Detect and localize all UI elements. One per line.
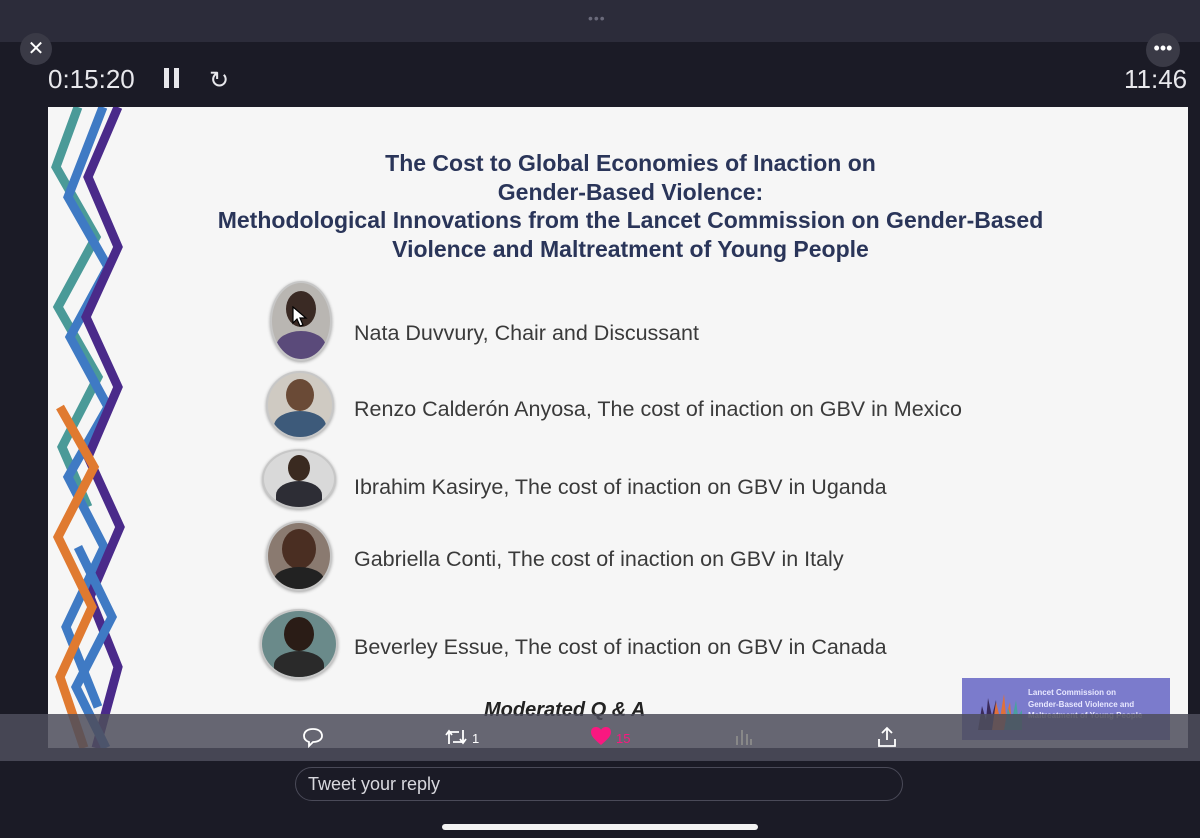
speaker-row: Renzo Calderón Anyosa, The cost of inact…	[258, 371, 1058, 451]
speaker-photo	[266, 521, 332, 591]
analytics-button[interactable]	[735, 726, 753, 752]
heart-icon	[591, 727, 611, 745]
replay-icon[interactable]: ↻	[209, 66, 229, 95]
pause-icon[interactable]	[164, 68, 180, 88]
speaker-row: Nata Duvvury, Chair and Discussant	[258, 281, 1058, 361]
speaker-label: Ibrahim Kasirye, The cost of inaction on…	[354, 475, 887, 499]
like-button[interactable]	[590, 726, 612, 752]
more-horizontal-icon: •••	[1153, 38, 1173, 58]
speaker-row: Beverley Essue, The cost of inaction on …	[258, 609, 1058, 689]
tweet-reply-input[interactable]	[295, 767, 903, 801]
grabber-handle[interactable]: •••	[588, 10, 606, 26]
decorative-ribbon	[51, 107, 125, 748]
home-indicator[interactable]	[442, 824, 758, 830]
share-button[interactable]	[877, 726, 897, 754]
speaker-photo	[262, 449, 336, 509]
analytics-icon	[736, 730, 752, 745]
retweet-icon	[445, 729, 467, 745]
slide-title-line: The Cost to Global Economies of Inaction…	[385, 150, 876, 176]
speaker-photo	[260, 609, 338, 679]
reply-composer	[0, 761, 1200, 838]
slide-title-line: Gender-Based Violence:	[497, 178, 764, 205]
retweet-count: 1	[472, 731, 480, 746]
cursor-icon	[292, 306, 308, 327]
tweet-action-bar: 1 15	[0, 714, 1200, 761]
speaker-label: Gabriella Conti, The cost of inaction on…	[354, 547, 844, 571]
reply-icon	[303, 728, 323, 749]
speaker-row: Gabriella Conti, The cost of inaction on…	[258, 521, 1058, 601]
like-count: 15	[616, 731, 631, 746]
slide-title-line: Violence and Maltreatment of Young Peopl…	[392, 235, 869, 262]
player-controls: 0:15:20 ↻ 11:46	[0, 60, 1200, 100]
speaker-label: Renzo Calderón Anyosa, The cost of inact…	[354, 397, 962, 421]
video-frame[interactable]: The Cost to Global Economies of Inaction…	[48, 107, 1188, 748]
retweet-button[interactable]	[444, 726, 468, 754]
video-duration: 11:46	[1124, 64, 1188, 94]
slide-title: The Cost to Global Economies of Inaction…	[178, 149, 1083, 263]
top-bar: •••	[0, 0, 1200, 42]
elapsed-time: 0:15:20	[48, 64, 135, 94]
speaker-label: Nata Duvvury, Chair and Discussant	[354, 321, 699, 345]
speaker-row: Ibrahim Kasirye, The cost of inaction on…	[258, 449, 1058, 529]
speaker-label: Beverley Essue, The cost of inaction on …	[354, 635, 887, 659]
slide-title-line: Methodological Innovations from the Lanc…	[217, 207, 1044, 233]
close-icon: ✕	[27, 38, 45, 60]
speaker-photo	[266, 371, 334, 439]
reply-button[interactable]	[302, 726, 324, 754]
logo-text-line: Lancet Commission on	[1028, 688, 1117, 697]
share-icon	[878, 726, 896, 747]
logo-text-line: Gender-Based Violence and	[1028, 699, 1135, 709]
